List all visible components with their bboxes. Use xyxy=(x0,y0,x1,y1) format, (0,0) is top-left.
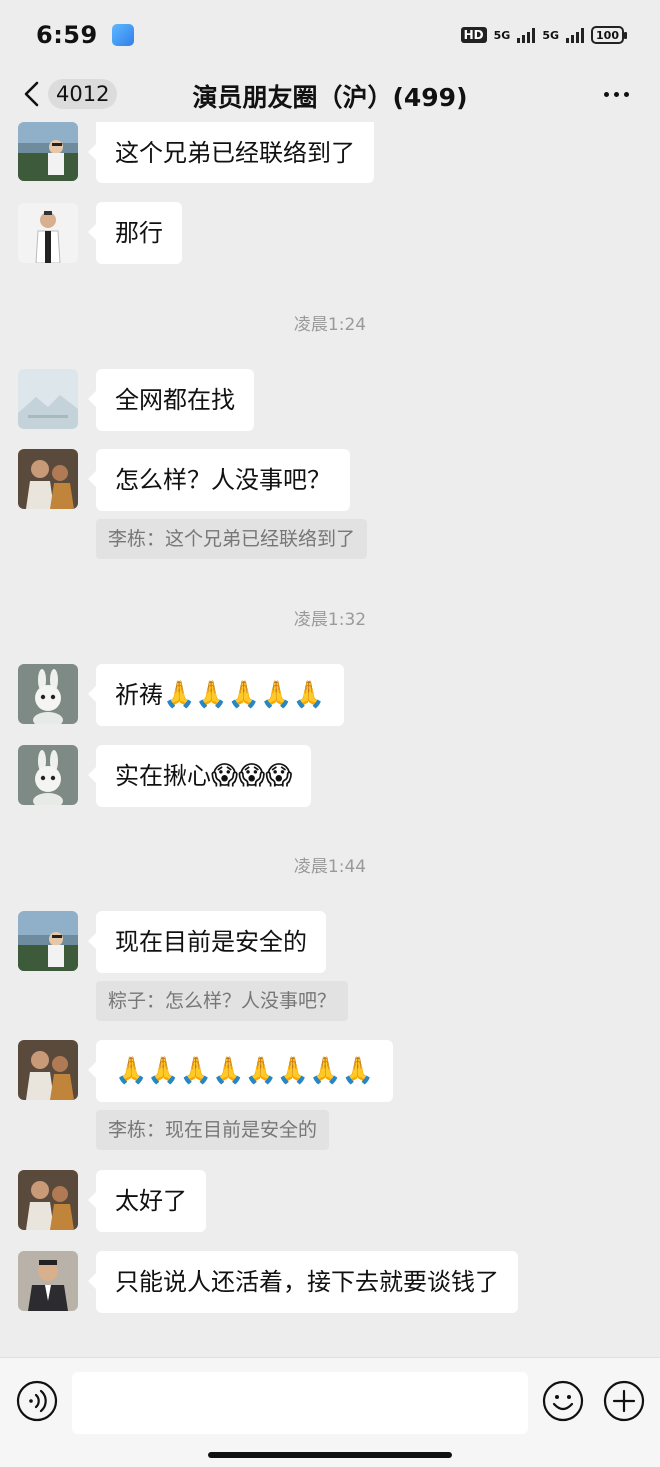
status-bar: 6:59 HD 5G 5G 100 xyxy=(0,0,660,70)
home-indicator[interactable] xyxy=(208,1452,452,1458)
chat-header: 4012 演员朋友圈（沪）(499) xyxy=(0,70,660,118)
app-notification-icon xyxy=(111,24,134,46)
avatar[interactable] xyxy=(18,203,78,263)
avatar[interactable] xyxy=(18,449,78,509)
battery-icon: 100 xyxy=(591,26,627,44)
avatar[interactable] xyxy=(18,369,78,429)
quoted-message[interactable]: 李栋：这个兄弟已经联络到了 xyxy=(96,519,368,559)
signal-icon xyxy=(566,27,585,43)
avatar[interactable] xyxy=(18,745,78,805)
status-time: 6:59 xyxy=(36,21,98,49)
timestamp: 凌晨1:32 xyxy=(293,610,367,630)
avatar[interactable] xyxy=(18,664,78,724)
message-bubble[interactable]: 那行 xyxy=(88,202,182,264)
avatar[interactable] xyxy=(18,911,78,971)
plus-icon[interactable] xyxy=(603,1380,645,1422)
message-bubble[interactable]: 全网都在找 xyxy=(88,369,254,431)
unread-count-badge[interactable]: 4012 xyxy=(48,79,118,109)
chevron-left-icon[interactable] xyxy=(22,80,42,108)
message-text: 那行 xyxy=(115,219,163,247)
timestamp: 凌晨1:24 xyxy=(293,315,367,335)
message-bubble[interactable]: 🙏🙏🙏🙏🙏🙏🙏🙏 xyxy=(88,1040,393,1102)
battery-level: 100 xyxy=(596,28,619,42)
quoted-message[interactable]: 李栋：现在目前是安全的 xyxy=(96,1110,330,1150)
pray-emoji: 🙏🙏🙏🙏🙏🙏🙏🙏 xyxy=(115,1056,374,1086)
message-text: 祈祷 xyxy=(115,681,163,709)
message-bubble[interactable]: 这个兄弟已经联络到了 xyxy=(88,122,374,183)
status-indicators: HD 5G 5G 100 xyxy=(460,26,627,44)
timestamp: 凌晨1:44 xyxy=(293,857,367,877)
message-text: 全网都在找 xyxy=(115,386,235,414)
message-bubble[interactable]: 祈祷🙏🙏🙏🙏🙏 xyxy=(88,664,344,726)
scream-emoji: 😱😱😱 xyxy=(211,761,293,791)
avatar[interactable] xyxy=(18,122,78,181)
message-bubble[interactable]: 实在揪心😱😱😱 xyxy=(87,745,312,807)
sim1-network-label: 5G xyxy=(493,28,511,42)
smiley-icon[interactable] xyxy=(542,1380,584,1422)
avatar[interactable] xyxy=(18,1040,78,1100)
hd-badge: HD xyxy=(460,27,487,43)
message-text: 只能说人还活着，接下去就要谈钱了 xyxy=(115,1268,499,1296)
message-text: 现在目前是安全的 xyxy=(115,928,307,956)
voice-icon[interactable] xyxy=(16,1380,58,1422)
pray-emoji: 🙏🙏🙏🙏🙏 xyxy=(163,680,325,710)
message-text: 太好了 xyxy=(115,1187,187,1215)
message-bubble[interactable]: 只能说人还活着，接下去就要谈钱了 xyxy=(88,1251,518,1313)
message-bubble[interactable]: 怎么样？人没事吧？ xyxy=(88,449,350,511)
message-bubble[interactable]: 现在目前是安全的 xyxy=(88,911,326,973)
message-text: 这个兄弟已经联络到了 xyxy=(115,139,355,167)
input-bar xyxy=(0,1357,660,1467)
avatar[interactable] xyxy=(18,1170,78,1230)
message-bubble[interactable]: 太好了 xyxy=(88,1170,206,1232)
message-text: 实在揪心 xyxy=(115,762,211,790)
message-input[interactable] xyxy=(72,1372,528,1434)
more-dots-icon[interactable] xyxy=(602,84,632,104)
message-text: 怎么样？人没事吧？ xyxy=(115,466,331,494)
sim2-network-label: 5G xyxy=(542,28,560,42)
signal-icon xyxy=(517,27,536,43)
avatar[interactable] xyxy=(18,1251,78,1311)
quoted-message[interactable]: 粽子：怎么样？人没事吧？ xyxy=(96,981,349,1021)
